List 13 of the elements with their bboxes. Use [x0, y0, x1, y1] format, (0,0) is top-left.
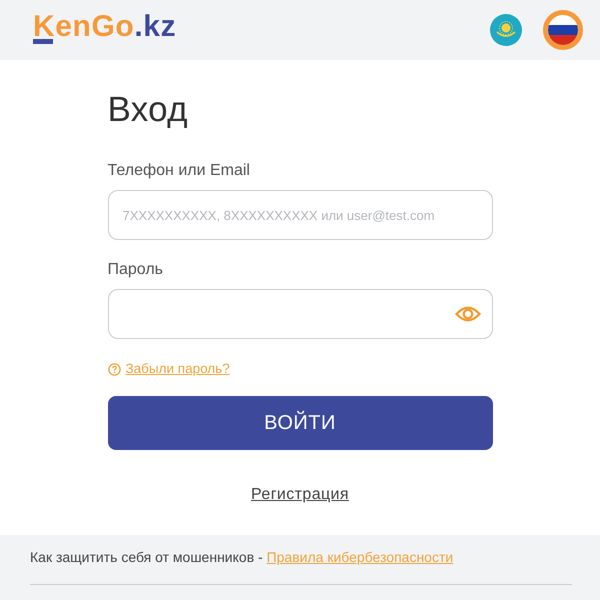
page-title: Вход — [108, 90, 189, 130]
help-icon — [108, 362, 120, 376]
sun-flag-icon[interactable] — [490, 14, 522, 46]
eye-icon[interactable] — [454, 305, 480, 323]
input-field[interactable]: 7XXXXXXXXXX, 8XXXXXXXXXX или user@test.com — [108, 190, 492, 240]
login-button[interactable]: ВОЙТИ — [108, 396, 492, 450]
logo[interactable]: KenGo.kz — [33, 10, 176, 44]
tricolor-flag-icon[interactable] — [543, 10, 583, 50]
field-label: Пароль — [108, 261, 164, 279]
password-field[interactable] — [108, 289, 492, 339]
footer-text: Как защитить себя от мошенников - Правила кибербезопасности — [30, 548, 454, 566]
field-label: Телефон или Email — [108, 162, 251, 180]
register-link[interactable]: Регистрация — [251, 486, 349, 503]
